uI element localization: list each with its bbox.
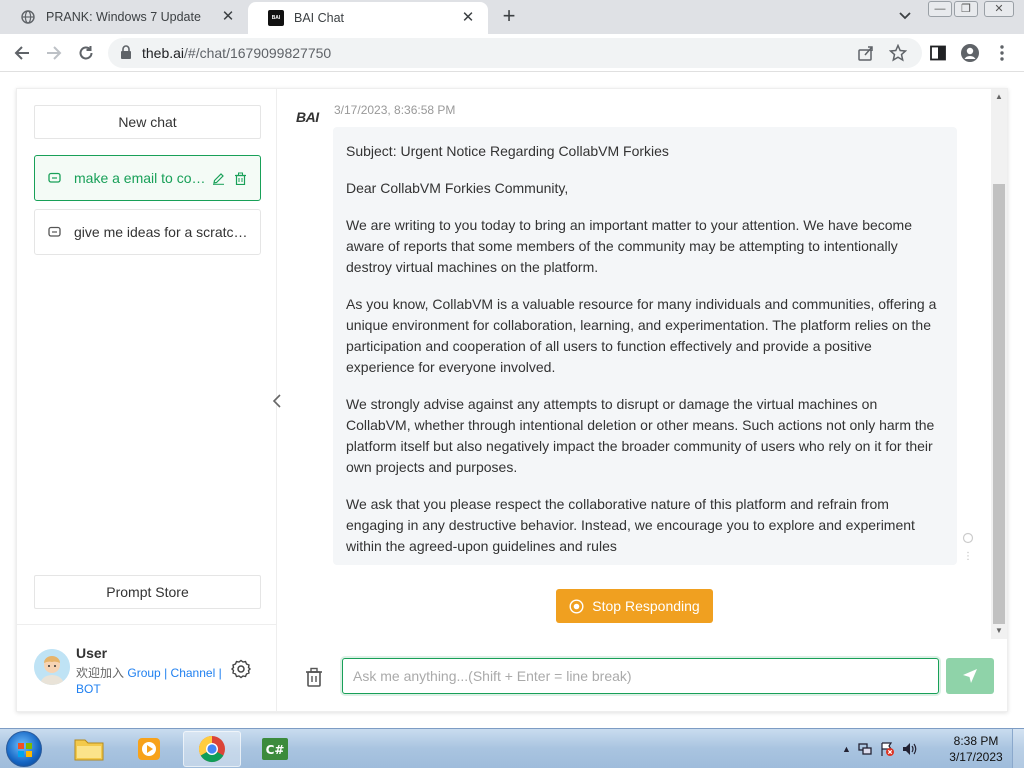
tab-bai-chat[interactable]: BAI BAI Chat ✕ [248,2,488,34]
tab-title: BAI Chat [294,11,345,25]
close-icon[interactable]: ✕ [220,9,236,25]
chat-bubble-icon [48,226,62,239]
media-player-icon[interactable] [120,731,178,767]
group-link[interactable]: Group [127,666,160,680]
chat-title: make a email to col... [74,170,206,186]
gear-icon[interactable] [231,659,251,679]
lock-icon [120,44,132,62]
browser-toolbar: theb.ai/#/chat/1679099827750 [0,34,1024,72]
chat-scrollbar[interactable]: ▲ ▼ [991,89,1007,639]
address-bar[interactable]: theb.ai/#/chat/1679099827750 [108,38,922,68]
link-separator: | [164,666,168,680]
file-explorer-icon[interactable] [60,731,118,767]
channel-link[interactable]: Channel [171,666,216,680]
bot-link[interactable]: BOT [76,682,101,696]
kebab-menu-icon[interactable] [992,43,1012,63]
chat-app: New chat make a email to col... give me … [16,88,1008,712]
back-arrow-icon[interactable] [10,41,34,65]
avatar[interactable] [34,649,70,685]
bookmark-star-icon[interactable] [888,43,908,63]
loading-spinner-icon [962,532,974,544]
clock-date: 3/17/2023 [949,750,1003,764]
more-options-icon[interactable]: ⋮ [962,551,974,563]
message-paragraph: As you know, CollabVM is a valuable reso… [346,296,937,375]
reload-icon[interactable] [74,41,98,65]
bai-favicon-icon: BAI [268,10,284,26]
chrome-taskbar-icon[interactable] [183,731,241,767]
scroll-down-arrow-icon[interactable]: ▼ [994,626,1004,636]
clear-chat-trash-icon[interactable] [304,666,324,688]
system-tray: ▲ [842,737,917,761]
window-close-button[interactable]: ✕ [984,1,1014,17]
chat-message-input[interactable] [342,658,939,694]
welcome-text: 欢迎加入 [76,666,125,680]
scroll-thumb[interactable] [993,184,1005,624]
new-chat-button[interactable]: New chat [34,105,261,139]
svg-text:C#: C# [266,743,285,757]
prompt-store-button[interactable]: Prompt Store [34,575,261,609]
stop-responding-button[interactable]: Stop Responding [556,589,713,623]
tab-search-icon[interactable] [894,6,916,26]
message-paragraph: Dear CollabVM Forkies Community, [346,180,569,196]
tab-prank[interactable]: PRANK: Windows 7 Update ✕ [0,0,248,34]
web-page: New chat make a email to col... give me … [0,72,1024,728]
message-paragraph: Subject: Urgent Notice Regarding CollabV… [346,143,669,159]
bot-logo: BAI [296,109,319,125]
action-center-flag-icon[interactable] [879,741,895,757]
side-panel-icon[interactable] [928,43,948,63]
delete-icon[interactable] [234,172,250,185]
send-button[interactable] [946,658,994,694]
chat-list-item[interactable]: give me ideas for a scratch... [34,209,261,255]
globe-icon [20,9,36,25]
username: User [76,645,108,661]
close-icon[interactable]: ✕ [460,10,476,26]
edit-icon[interactable] [212,172,228,185]
taskbar-clock[interactable]: 8:38 PM 3/17/2023 [944,733,1008,765]
start-button[interactable] [6,731,42,767]
profile-icon[interactable] [960,43,980,63]
chat-list-item[interactable]: make a email to col... [34,155,261,201]
chat-title: give me ideas for a scratch... [74,224,250,240]
minimize-button[interactable]: — [928,1,952,17]
show-desktop-button[interactable] [1012,729,1024,768]
forward-arrow-icon[interactable] [42,41,66,65]
share-icon[interactable] [856,43,876,63]
sidebar: New chat make a email to col... give me … [17,89,277,711]
community-links: 欢迎加入 Group | Channel | BOT [76,665,226,697]
scroll-up-arrow-icon[interactable]: ▲ [994,92,1004,102]
url-path: /#/chat/1679099827750 [184,45,332,61]
clock-time: 8:38 PM [953,734,999,748]
link-separator: | [218,666,222,680]
user-panel: User 欢迎加入 Group | Channel | BOT [17,624,276,711]
windows-taskbar: C# ▲ 8:38 PM 3/17/2023 [0,728,1024,768]
message-timestamp: 3/17/2023, 8:36:58 PM [334,103,456,117]
message-paragraph: We are writing to you today to bring an … [346,217,913,275]
tab-title: PRANK: Windows 7 Update [46,10,201,24]
new-tab-button[interactable]: + [496,5,522,29]
composer [278,657,1007,697]
tray-expand-icon[interactable]: ▲ [842,744,851,754]
stop-label: Stop Responding [592,598,700,614]
csharp-app-icon[interactable]: C# [246,731,304,767]
network-icon[interactable] [857,741,873,757]
send-icon [963,669,977,683]
message-paragraph: We ask that you please respect the colla… [346,496,915,554]
restore-button[interactable]: ❐ [954,1,978,17]
browser-tab-strip: PRANK: Windows 7 Update ✕ BAI BAI Chat ✕… [0,0,1024,34]
message-paragraph: We strongly advise against any attempts … [346,396,935,475]
stop-circle-icon [569,598,584,614]
chat-bubble-icon [48,172,62,185]
chat-area: BAI 3/17/2023, 8:36:58 PM Subject: Urgen… [278,89,1007,711]
volume-icon[interactable] [901,741,917,757]
url-host: theb.ai [142,45,185,61]
bot-message: Subject: Urgent Notice Regarding CollabV… [333,127,957,565]
